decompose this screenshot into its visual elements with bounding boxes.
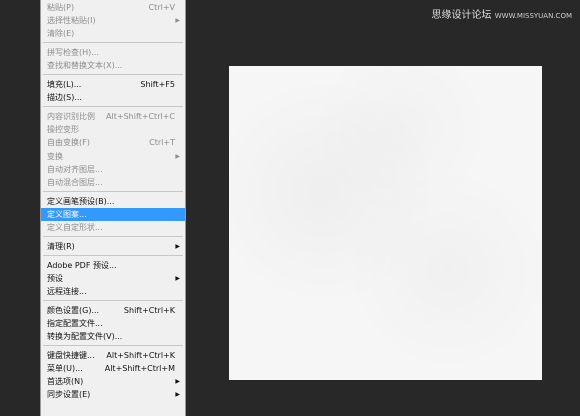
menu-item-auto-blend-layers[interactable]: 自动混合图层... <box>41 176 185 189</box>
menu-item-fill[interactable]: 填充(L)... Shift+F5 <box>41 78 185 91</box>
menu-item-label: 自由变换(F) <box>47 138 90 147</box>
menu-item-keyboard-shortcuts[interactable]: 键盘快捷键... Alt+Shift+Ctrl+K <box>41 349 185 362</box>
menu-item-label: 自动混合图层... <box>47 178 103 187</box>
menu-item-label: 查找和替换文本(X)... <box>47 61 123 70</box>
submenu-arrow-icon: ▶ <box>175 243 180 250</box>
menu-item-remote-connections[interactable]: 远程连接... <box>41 285 185 298</box>
menu-separator <box>43 345 183 346</box>
menu-separator <box>43 42 183 43</box>
menu-item-label: 定义自定形状... <box>47 223 103 232</box>
menu-separator <box>43 106 183 107</box>
menu-item-sync-settings[interactable]: 同步设置(E) ▶ <box>41 388 185 401</box>
menu-item-content-aware-scale[interactable]: 内容识别比例 Alt+Shift+Ctrl+C <box>41 110 185 123</box>
menu-item-define-custom-shape[interactable]: 定义自定形状... <box>41 221 185 234</box>
menu-item-purge[interactable]: 清理(R) ▶ <box>41 240 185 253</box>
menu-item-shortcut: Ctrl+T <box>149 138 175 147</box>
menu-item-check-spelling[interactable]: 拼写检查(H)... <box>41 46 185 59</box>
menu-item-paste[interactable]: 粘贴(P) Ctrl+V <box>41 1 185 14</box>
menu-item-label: 拼写检查(H)... <box>47 48 99 57</box>
menu-item-shortcut: Alt+Shift+Ctrl+C <box>106 112 175 121</box>
menu-item-free-transform[interactable]: 自由变换(F) Ctrl+T <box>41 136 185 149</box>
watermark: 思缘设计论坛 WWW.MISSYUAN.COM <box>432 6 572 21</box>
menu-separator <box>43 74 183 75</box>
menu-item-shortcut: Alt+Shift+Ctrl+K <box>106 351 175 360</box>
watermark-url: WWW.MISSYUAN.COM <box>494 12 572 20</box>
watermark-text: 思缘设计论坛 <box>431 10 492 21</box>
menu-item-clear[interactable]: 清除(E) <box>41 27 185 40</box>
menu-item-shortcut: Shift+Ctrl+K <box>123 306 175 315</box>
menu-item-presets[interactable]: 预设 ▶ <box>41 272 185 285</box>
menu-item-define-pattern[interactable]: 定义图案... <box>41 208 185 221</box>
menu-item-label: 粘贴(P) <box>47 3 75 12</box>
menu-item-label: 定义画笔预设(B)... <box>47 197 115 206</box>
menu-item-color-settings[interactable]: 颜色设置(G)... Shift+Ctrl+K <box>41 304 185 317</box>
menu-item-label: 转换为配置文件(V)... <box>47 332 123 341</box>
menu-item-label: 菜单(U)... <box>47 364 83 373</box>
menu-item-label: 首选项(N) <box>47 377 84 386</box>
menu-item-label: 内容识别比例 <box>47 112 95 121</box>
menu-item-shortcut: Ctrl+V <box>148 3 175 12</box>
menu-item-label: 同步设置(E) <box>47 390 91 399</box>
menu-item-label: 键盘快捷键... <box>47 351 95 360</box>
menu-separator <box>43 236 183 237</box>
menu-item-label: 定义图案... <box>47 210 87 219</box>
menu-item-stroke[interactable]: 描边(S)... <box>41 91 185 104</box>
menu-item-label: 填充(L)... <box>47 80 82 89</box>
menu-item-paste-special[interactable]: 选择性粘贴(I) ▶ <box>41 14 185 27</box>
menu-item-define-brush-preset[interactable]: 定义画笔预设(B)... <box>41 195 185 208</box>
menu-separator <box>43 255 183 256</box>
menu-item-label: 清除(E) <box>47 29 75 38</box>
menu-item-shortcut: Shift+F5 <box>140 80 175 89</box>
menu-item-label: 指定配置文件... <box>47 319 103 328</box>
menu-item-label: Adobe PDF 预设... <box>47 261 117 270</box>
menu-separator <box>43 191 183 192</box>
menu-item-label: 颜色设置(G)... <box>47 306 100 315</box>
menu-item-convert-to-profile[interactable]: 转换为配置文件(V)... <box>41 330 185 343</box>
menu-item-find-replace-text[interactable]: 查找和替换文本(X)... <box>41 59 185 72</box>
submenu-arrow-icon: ▶ <box>175 275 180 282</box>
menu-item-label: 选择性粘贴(I) <box>47 16 96 25</box>
menu-item-label: 远程连接... <box>47 287 87 296</box>
menu-item-auto-align-layers[interactable]: 自动对齐图层... <box>41 163 185 176</box>
document-canvas[interactable] <box>229 66 542 380</box>
menu-item-label: 预设 <box>47 274 63 283</box>
menu-item-label: 清理(R) <box>47 242 75 251</box>
submenu-arrow-icon: ▶ <box>175 153 180 160</box>
menu-item-puppet-warp[interactable]: 操控变形 <box>41 123 185 136</box>
menu-item-label: 描边(S)... <box>47 93 82 102</box>
menu-item-label: 操控变形 <box>47 125 79 134</box>
menu-separator <box>43 300 183 301</box>
submenu-arrow-icon: ▶ <box>175 378 180 385</box>
menu-item-transform[interactable]: 变换 ▶ <box>41 150 185 163</box>
menu-item-adobe-pdf-presets[interactable]: Adobe PDF 预设... <box>41 259 185 272</box>
menu-item-menus[interactable]: 菜单(U)... Alt+Shift+Ctrl+M <box>41 362 185 375</box>
edit-menu: 粘贴(P) Ctrl+V 选择性粘贴(I) ▶ 清除(E) 拼写检查(H)...… <box>40 0 186 416</box>
menu-item-label: 自动对齐图层... <box>47 165 103 174</box>
menu-item-preferences[interactable]: 首选项(N) ▶ <box>41 375 185 388</box>
submenu-arrow-icon: ▶ <box>175 17 180 24</box>
menu-item-shortcut: Alt+Shift+Ctrl+M <box>104 364 175 373</box>
menu-item-label: 变换 <box>47 152 63 161</box>
submenu-arrow-icon: ▶ <box>175 391 180 398</box>
menu-item-assign-profile[interactable]: 指定配置文件... <box>41 317 185 330</box>
